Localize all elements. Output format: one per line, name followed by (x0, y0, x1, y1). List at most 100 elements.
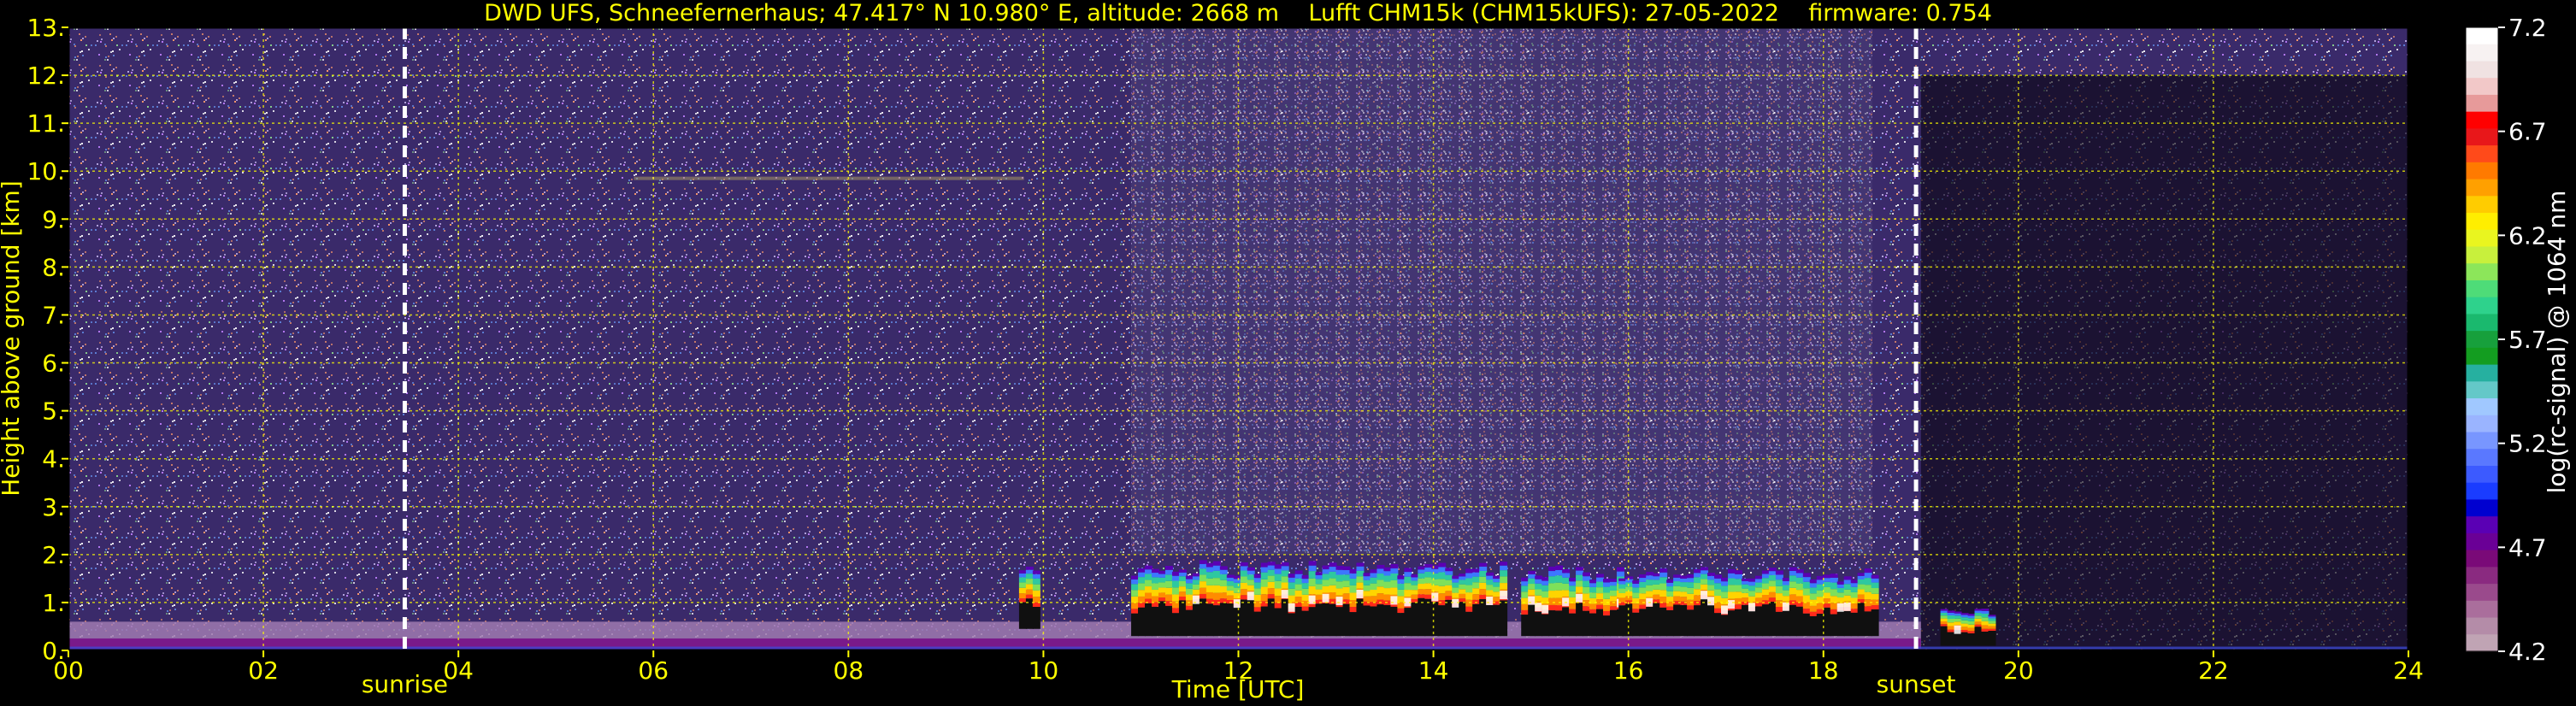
cloud-signal-column (1569, 585, 1577, 591)
cloud-base-column (1823, 607, 1831, 637)
cloud-signal-column (1363, 585, 1371, 591)
cloud-signal-column (1418, 584, 1426, 590)
cloud-signal-column (1521, 603, 1530, 610)
colorbar-tick-label: 6.2 (2508, 221, 2547, 250)
cloud-signal-column (1445, 571, 1453, 575)
colorbar-segment (2466, 567, 2498, 585)
cloud-base-column (1212, 605, 1221, 637)
cloud-signal-column (1836, 587, 1845, 593)
cloud-signal-column (1548, 583, 1557, 591)
cloud-signal-column (1226, 574, 1235, 578)
cloud-signal-column (1871, 574, 1879, 579)
cloud-signal-column (1789, 581, 1797, 588)
cloud-signal-column (1988, 618, 1996, 621)
cloud-base-column (1988, 630, 1996, 646)
x-tick-label: 18 (1808, 656, 1839, 685)
cloud-signal-column (1131, 590, 1140, 597)
cloud-signal-column (1267, 569, 1276, 576)
cloud-signal-column (1472, 568, 1481, 573)
x-tick-label: 10 (1029, 656, 1059, 685)
cloud-signal-column (1795, 569, 1804, 574)
cloud-signal-column (1171, 608, 1180, 614)
colorbar-segment (2466, 111, 2498, 129)
cloud-signal-column (1025, 574, 1034, 580)
cloud-signal-column (1569, 609, 1577, 614)
cloud-signal-column (1465, 606, 1474, 612)
cloud-base-column (1247, 599, 1255, 637)
cloud-signal-column (1199, 593, 1207, 599)
cloud-signal-column (1618, 588, 1627, 593)
cloud-signal-column (1954, 621, 1962, 626)
cloud-base-column (1789, 604, 1797, 637)
cloud-signal-column (1701, 570, 1709, 574)
cloud-signal-column (1288, 577, 1296, 583)
cloud-signal-column (1018, 587, 1027, 594)
cloud-signal-column (1376, 586, 1385, 594)
cloud-signal-column (1974, 624, 1983, 627)
cloud-base-column (1438, 605, 1447, 637)
colorbar-segment (2466, 213, 2498, 231)
cloud-signal-column (1025, 584, 1034, 590)
colorbar (2465, 26, 2499, 652)
cloud-signal-column (1673, 581, 1682, 586)
cloud-signal-column (1424, 583, 1433, 590)
cloud-signal-column (1960, 623, 1969, 627)
cloud-signal-column (1754, 603, 1763, 607)
cloud-signal-column (1680, 597, 1689, 602)
cloud-base-column (1802, 613, 1811, 637)
cloud-signal-column (1616, 571, 1624, 577)
cloud-signal-column (1342, 580, 1351, 587)
cloud-signal-column (1850, 603, 1859, 609)
cloud-signal-column (1981, 625, 1989, 629)
aerosol-streak (634, 176, 1024, 180)
cloud-signal-column (1823, 586, 1831, 593)
cloud-signal-column (1329, 598, 1337, 604)
cloud-core-peak (1233, 599, 1241, 609)
cloud-signal-column (1802, 573, 1811, 578)
cloud-signal-column (1988, 628, 1996, 631)
cloud-signal-column (1569, 603, 1577, 609)
cloud-signal-column (1288, 588, 1296, 596)
cloud-signal-column (1603, 592, 1611, 599)
cloud-base-column (1322, 603, 1330, 637)
cloud-signal-column (1192, 584, 1200, 590)
cloud-base-column (1569, 613, 1577, 637)
cloud-signal-column (1603, 610, 1611, 616)
cloud-signal-column (1589, 603, 1598, 609)
cloud-signal-column (1322, 569, 1330, 574)
cloud-signal-column (1795, 573, 1804, 578)
cloud-core-peak (1954, 625, 1962, 634)
cloud-signal-column (1940, 609, 1948, 611)
cloud-signal-column (1659, 572, 1668, 578)
cloud-signal-column (1260, 579, 1269, 587)
cloud-signal-column (1734, 570, 1742, 574)
cloud-base-column (1871, 609, 1879, 637)
cloud-signal-column (1452, 575, 1460, 580)
cloud-signal-column (1954, 615, 1962, 619)
cloud-signal-column (1185, 575, 1194, 580)
colorbar-segment (2466, 162, 2498, 180)
cloud-signal-column (1152, 577, 1159, 584)
figure-title: DWD UFS, Schneefernerhaus; 47.417° N 10.… (484, 0, 1992, 26)
cloud-signal-column (1025, 589, 1034, 595)
cloud-signal-column (1370, 577, 1378, 584)
cloud-signal-column (1018, 598, 1027, 603)
cloud-signal-column (1714, 578, 1723, 584)
cloud-signal-column (1721, 577, 1729, 582)
cloud-signal-column (1486, 572, 1494, 576)
cloud-signal-column (1342, 593, 1351, 600)
cloud-signal-column (1871, 588, 1879, 594)
cloud-signal-column (1555, 575, 1564, 583)
cloud-signal-column (1789, 594, 1797, 601)
cloud-signal-column (1569, 581, 1577, 586)
cloud-signal-column (1452, 582, 1460, 588)
cloud-signal-column (1754, 592, 1763, 598)
cloud-signal-column (1145, 580, 1153, 587)
cloud-signal-column (1185, 588, 1194, 595)
cloud-signal-column (1694, 577, 1702, 584)
cloud-signal-column (1472, 582, 1481, 589)
night-dark-region (1920, 75, 2408, 649)
cloud-signal-column (1960, 620, 1969, 624)
cloud-signal-column (1562, 568, 1571, 574)
cloud-signal-column (1240, 589, 1248, 596)
